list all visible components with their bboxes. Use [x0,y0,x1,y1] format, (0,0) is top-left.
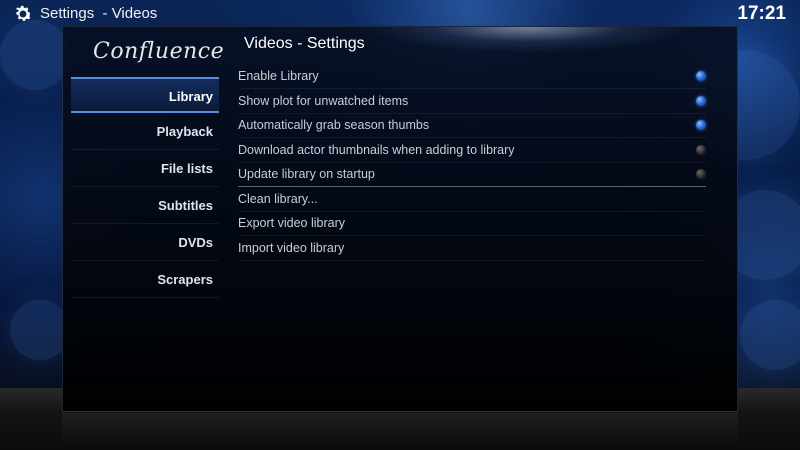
category-subtitles[interactable]: Subtitles [71,188,219,224]
toggle-off-icon[interactable] [696,145,706,155]
setting-label: Automatically grab season thumbs [238,118,430,132]
setting-label: Clean library... [238,192,318,206]
setting-label: Update library on startup [238,167,375,181]
setting-label: Import video library [238,241,345,255]
setting-export-library[interactable]: Export video library [238,211,706,236]
gear-icon [15,5,32,21]
setting-import-library[interactable]: Import video library [238,236,706,261]
setting-update-on-startup[interactable]: Update library on startup [238,162,706,187]
background-bokeh [10,300,70,360]
skin-logo: Confluence [93,39,225,64]
setting-label: Export video library [238,216,345,230]
title-glow [363,27,693,53]
setting-show-plot[interactable]: Show plot for unwatched items [238,89,706,114]
category-library[interactable]: Library [71,77,219,113]
setting-clean-library[interactable]: Clean library... [238,187,706,212]
toggle-on-icon[interactable] [696,120,706,130]
panel-reflection [62,413,738,450]
setting-actor-thumbnails[interactable]: Download actor thumbnails when adding to… [238,138,706,163]
toggle-on-icon[interactable] [696,96,706,106]
page-title: Videos - Settings [244,35,365,52]
kodi-settings-screen: Settings - Videos 17:21 Confluence Video… [0,0,800,450]
background-bokeh [740,300,800,370]
category-file-lists[interactable]: File lists [71,151,219,187]
background-bokeh [0,20,70,90]
category-dvds[interactable]: DVDs [71,225,219,261]
setting-enable-library[interactable]: Enable Library [238,64,706,89]
clock: 17:21 [737,3,786,24]
setting-label: Show plot for unwatched items [238,94,409,108]
toggle-on-icon[interactable] [696,71,706,81]
breadcrumb: Settings - Videos [40,5,158,22]
category-playback[interactable]: Playback [71,114,219,150]
setting-label: Download actor thumbnails when adding to… [238,143,515,157]
setting-season-thumbs[interactable]: Automatically grab season thumbs [238,113,706,138]
toggle-off-icon[interactable] [696,169,706,179]
category-scrapers[interactable]: Scrapers [71,262,219,298]
top-bar: Settings - Videos 17:21 [0,0,800,28]
setting-label: Enable Library [238,69,319,83]
settings-panel: Confluence Videos - Settings Library Pla… [62,26,738,412]
